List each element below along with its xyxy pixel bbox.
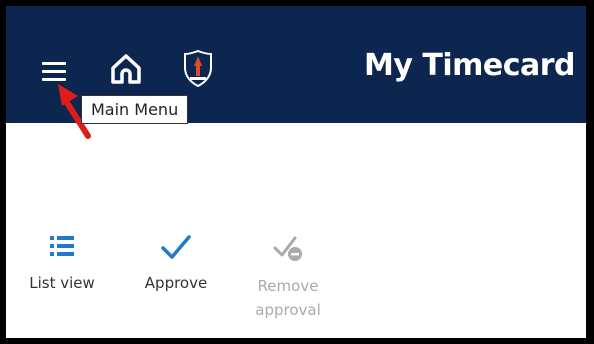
list-view-button[interactable]: List view [20, 226, 104, 292]
remove-approval-label: Remove approval [255, 277, 321, 319]
list-view-label: List view [29, 274, 95, 292]
checkmark-icon [161, 235, 191, 259]
page-title: My Timecard [364, 48, 576, 83]
main-menu-tooltip: Main Menu [81, 95, 189, 124]
remove-approval-icon [273, 236, 302, 261]
approve-label: Approve [144, 274, 208, 292]
approve-button[interactable]: Approve [134, 226, 218, 292]
home-button[interactable] [108, 51, 144, 87]
shield-logo-icon [184, 49, 212, 88]
app-window: My Timecard Main Menu List view Approve [6, 6, 586, 338]
list-icon [50, 236, 74, 256]
home-icon [111, 54, 141, 84]
action-toolbar: List view Approve Remove approval [6, 226, 586, 336]
hamburger-icon [42, 62, 66, 65]
main-menu-button[interactable] [36, 54, 76, 88]
remove-approval-button: Remove approval [244, 226, 332, 322]
company-logo [178, 48, 338, 88]
